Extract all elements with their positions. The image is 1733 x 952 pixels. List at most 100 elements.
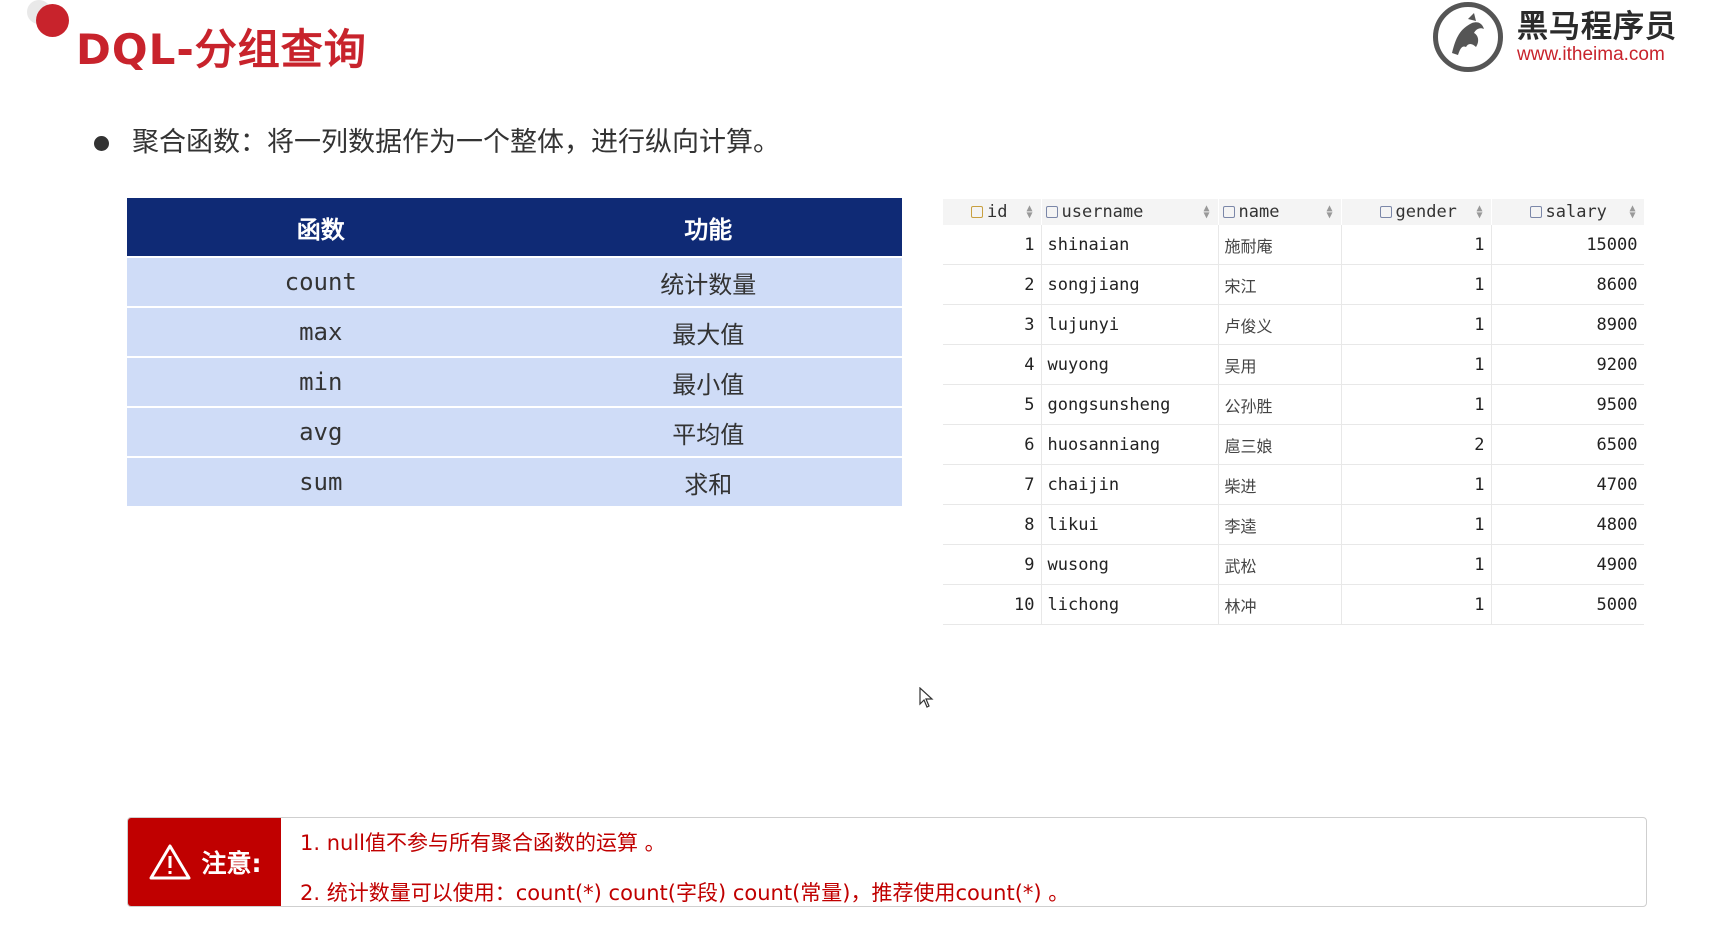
cell-salary[interactable]: 4900 [1491, 544, 1644, 585]
column-header-label: salary [1545, 202, 1607, 222]
column-header-label: name [1238, 202, 1280, 222]
table-row[interactable]: 7 chaijin 柴进 1 4700 [943, 464, 1644, 505]
column-header-label: username [1061, 202, 1144, 222]
cell-name[interactable]: 卢俊义 [1218, 304, 1342, 345]
cell-id[interactable]: 6 [943, 424, 1042, 465]
bullet-icon [94, 136, 109, 151]
sort-icon[interactable]: ▲ ▼ [1026, 204, 1032, 221]
cell-name[interactable]: 吴用 [1218, 344, 1342, 385]
function-name: count [284, 268, 357, 296]
cell-id[interactable]: 5 [943, 384, 1042, 425]
function-name: min [299, 368, 343, 396]
column-header-label: id [987, 202, 1008, 222]
cell-username[interactable]: likui [1041, 504, 1219, 545]
decorative-red-dot [36, 4, 69, 37]
cell-id[interactable]: 8 [943, 504, 1042, 545]
column-header-salary[interactable]: salary ▲ ▼ [1491, 199, 1644, 225]
brand-url: www.itheima.com [1517, 44, 1665, 65]
cell-name[interactable]: 公孙胜 [1218, 384, 1342, 425]
cell-name[interactable]: 李逵 [1218, 504, 1342, 545]
note-line-1: 1. null值不参与所有聚合函数的运算 。 [300, 831, 666, 855]
sort-icon[interactable]: ▲ ▼ [1326, 204, 1332, 221]
note-box: 注意: 1. null值不参与所有聚合函数的运算 。 2. 统计数量可以使用：c… [127, 817, 1647, 907]
cell-name[interactable]: 柴进 [1218, 464, 1342, 505]
cell-id[interactable]: 10 [943, 584, 1042, 625]
table-row[interactable]: 3 lujunyi 卢俊义 1 8900 [943, 304, 1644, 345]
cell-id[interactable]: 9 [943, 544, 1042, 585]
table-row: min 最小值 [127, 358, 902, 408]
sort-icon[interactable]: ▲ ▼ [1629, 204, 1635, 221]
cell-gender[interactable]: 1 [1341, 584, 1492, 625]
cell-salary[interactable]: 4700 [1491, 464, 1644, 505]
cell-id[interactable]: 7 [943, 464, 1042, 505]
function-description: 统计数量 [660, 270, 757, 299]
column-icon [1222, 206, 1235, 218]
function-description: 最小值 [672, 370, 745, 399]
table-row[interactable]: 5 gongsunsheng 公孙胜 1 9500 [943, 384, 1644, 425]
table-header: 函数 功能 [127, 198, 902, 258]
note-label-block: 注意: [128, 818, 281, 906]
column-header-username[interactable]: username ▲ ▼ [1041, 199, 1219, 225]
cell-id[interactable]: 3 [943, 304, 1042, 345]
slide-title: DQL-分组查询 [76, 25, 367, 74]
cell-username[interactable]: shinaian [1041, 225, 1219, 265]
brand-logo: 黑马程序员 www.itheima.com [1433, 0, 1683, 72]
table-row[interactable]: 10 lichong 林冲 1 5000 [943, 584, 1644, 625]
function-name: sum [299, 468, 343, 496]
table-row[interactable]: 1 shinaian 施耐庵 1 15000 [943, 225, 1644, 265]
cell-salary[interactable]: 6500 [1491, 424, 1644, 465]
sort-icon[interactable]: ▲ ▼ [1476, 204, 1482, 221]
cell-gender[interactable]: 1 [1341, 544, 1492, 585]
function-name: max [299, 318, 343, 346]
aggregate-functions-table: 函数 功能 count 统计数量 max 最大值 min 最小值 avg 平均值… [127, 198, 902, 508]
cell-id[interactable]: 1 [943, 225, 1042, 265]
cell-username[interactable]: wuyong [1041, 344, 1219, 385]
cell-gender[interactable]: 1 [1341, 304, 1492, 345]
cell-gender[interactable]: 1 [1341, 384, 1492, 425]
cell-username[interactable]: lujunyi [1041, 304, 1219, 345]
brand-name: 黑马程序员 [1517, 9, 1677, 45]
cell-username[interactable]: lichong [1041, 584, 1219, 625]
table-row[interactable]: 9 wusong 武松 1 4900 [943, 544, 1644, 585]
table-row[interactable]: 8 likui 李逵 1 4800 [943, 504, 1644, 545]
cell-id[interactable]: 4 [943, 344, 1042, 385]
table-row[interactable]: 2 songjiang 宋江 1 8600 [943, 264, 1644, 305]
cell-gender[interactable]: 1 [1341, 344, 1492, 385]
cell-salary[interactable]: 8900 [1491, 304, 1644, 345]
table-row: count 统计数量 [127, 258, 902, 308]
cell-name[interactable]: 宋江 [1218, 264, 1342, 305]
column-header-id[interactable]: id ▲ ▼ [943, 199, 1042, 225]
sort-icon[interactable]: ▲ ▼ [1203, 204, 1209, 221]
cell-gender[interactable]: 1 [1341, 504, 1492, 545]
table-row[interactable]: 6 huosanniang 扈三娘 2 6500 [943, 424, 1644, 465]
cell-salary[interactable]: 9500 [1491, 384, 1644, 425]
cell-name[interactable]: 林冲 [1218, 584, 1342, 625]
table-row: avg 平均值 [127, 408, 902, 458]
cell-name[interactable]: 扈三娘 [1218, 424, 1342, 465]
cell-salary[interactable]: 15000 [1491, 225, 1644, 265]
cell-salary[interactable]: 5000 [1491, 584, 1644, 625]
cell-salary[interactable]: 8600 [1491, 264, 1644, 305]
cell-name[interactable]: 武松 [1218, 544, 1342, 585]
cell-id[interactable]: 2 [943, 264, 1042, 305]
header-cell-description: 功能 [684, 215, 733, 244]
cell-salary[interactable]: 4800 [1491, 504, 1644, 545]
cell-name[interactable]: 施耐庵 [1218, 225, 1342, 265]
cell-gender[interactable]: 1 [1341, 225, 1492, 265]
table-row[interactable]: 4 wuyong 吴用 1 9200 [943, 344, 1644, 385]
cell-gender[interactable]: 1 [1341, 464, 1492, 505]
column-header-name[interactable]: name ▲ ▼ [1218, 199, 1342, 225]
key-column-icon [971, 206, 983, 218]
cell-gender[interactable]: 1 [1341, 264, 1492, 305]
cell-username[interactable]: wusong [1041, 544, 1219, 585]
function-description: 求和 [684, 470, 733, 499]
cell-username[interactable]: chaijin [1041, 464, 1219, 505]
cell-username[interactable]: huosanniang [1041, 424, 1219, 465]
cell-username[interactable]: gongsunsheng [1041, 384, 1219, 425]
cell-gender[interactable]: 2 [1341, 424, 1492, 465]
cell-salary[interactable]: 9200 [1491, 344, 1644, 385]
cell-username[interactable]: songjiang [1041, 264, 1219, 305]
table-row: max 最大值 [127, 308, 902, 358]
function-description: 最大值 [672, 320, 745, 349]
column-header-gender[interactable]: gender ▲ ▼ [1341, 199, 1492, 225]
